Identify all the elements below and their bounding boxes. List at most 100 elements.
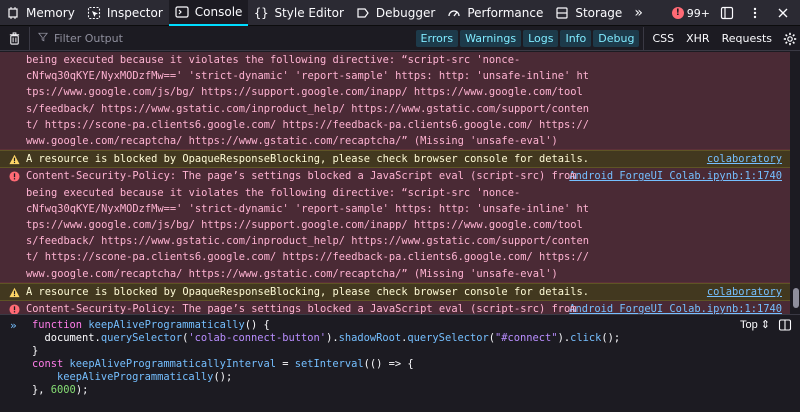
- message-line: tps://www.google.com/js/bg/ https://supp…: [26, 219, 583, 232]
- code-token: keepAliveProgrammaticallyInterval: [69, 358, 276, 370]
- message-line: s/feedback/ https://www.gstatic.com/inpr…: [26, 235, 590, 248]
- tab-label: Memory: [26, 5, 75, 20]
- code-token: 6000: [50, 384, 76, 396]
- message-line: www.google.com/recaptcha/ https://www.gs…: [26, 135, 558, 148]
- tab-style-editor[interactable]: {} Style Editor: [248, 0, 349, 26]
- code-token: ();: [213, 371, 233, 383]
- code-token: (() => {: [363, 358, 414, 370]
- message-source-link[interactable]: Android ForgeUI Colab.ipynb:1:1740: [569, 301, 782, 314]
- error-message: being executed because it violates the f…: [0, 52, 790, 151]
- code-token: querySelector: [407, 332, 489, 344]
- warning-icon: [9, 154, 20, 165]
- error-icon: [9, 171, 20, 182]
- code-token: () {: [244, 319, 270, 331]
- message-line: tps://www.google.com/js/bg/ https://supp…: [26, 86, 583, 99]
- split-editor-icon[interactable]: [776, 317, 794, 333]
- code-line: const keepAliveProgrammaticallyInterval …: [32, 358, 620, 371]
- error-icon: !: [671, 7, 684, 19]
- tab-performance[interactable]: Performance: [441, 0, 549, 26]
- code-token: querySelector: [100, 332, 183, 344]
- message-source-link[interactable]: Android ForgeUI Colab.ipynb:1:1740: [569, 168, 782, 184]
- tab-debugger[interactable]: Debugger: [350, 0, 441, 26]
- level-filter-debug[interactable]: Debug: [593, 30, 640, 47]
- tab-label: Performance: [467, 5, 544, 20]
- level-filter-logs[interactable]: Logs: [523, 30, 559, 47]
- output-scrollbar[interactable]: [791, 52, 800, 314]
- prompt-chevron-icon: »: [10, 319, 17, 332]
- svg-text:{}: {}: [254, 6, 268, 20]
- code-token: ).: [326, 332, 339, 344]
- error-icon: [9, 304, 20, 314]
- warning-message: colaboratory A resource is blocked by Opa…: [0, 150, 790, 169]
- gear-icon[interactable]: [780, 27, 800, 51]
- tab-overflow-button[interactable]: »: [628, 0, 649, 26]
- code-token: "#connect": [495, 332, 558, 344]
- console-output: being executed because it violates the f…: [0, 52, 790, 314]
- tab-label: Console: [194, 4, 243, 19]
- code-token: shadowRoot: [338, 332, 402, 344]
- style-editor-icon: {}: [254, 6, 268, 20]
- context-selector[interactable]: Top ⇕: [740, 319, 770, 332]
- message-line: being executed because it violates the f…: [26, 54, 521, 66]
- storage-icon: [555, 6, 569, 20]
- code-line: }, 6000);: [32, 384, 620, 397]
- level-filter-warnings[interactable]: Warnings: [460, 30, 522, 47]
- filter-placeholder: Filter Output: [54, 32, 123, 45]
- warning-message: colaboratory A resource is blocked by Opa…: [0, 282, 790, 302]
- message-line: cNfwq30qKYE/NyxMODzfMw==' 'strict-dynami…: [26, 202, 590, 215]
- tab-label: Inspector: [106, 5, 163, 20]
- input-code[interactable]: function keepAliveProgrammatically() { d…: [32, 319, 620, 397]
- code-token: document.: [32, 332, 101, 344]
- scrollbar-thumb[interactable]: [793, 288, 799, 308]
- level-filter-errors[interactable]: Errors: [415, 30, 459, 47]
- code-token: 'colab-connect-button': [188, 332, 327, 344]
- message-line: being executed because it violates the f…: [26, 186, 521, 199]
- error-message: Android ForgeUI Colab.ipynb:1:1740 Conten…: [0, 168, 790, 283]
- message-source-link[interactable]: colaboratory: [707, 284, 782, 300]
- code-token: const: [32, 358, 70, 370]
- level-filter-info[interactable]: Info: [560, 30, 592, 47]
- code-token: keepAliveProgrammatically: [57, 371, 214, 383]
- dock-side-icon[interactable]: [716, 2, 738, 24]
- tab-storage[interactable]: Storage: [549, 0, 628, 26]
- error-count-badge[interactable]: ! 99+: [671, 6, 710, 20]
- memory-icon: [6, 6, 20, 20]
- message-line: s/feedback/ https://www.gstatic.com/inpr…: [26, 102, 590, 115]
- clear-console-icon[interactable]: [0, 26, 30, 51]
- code-line: function keepAliveProgrammatically() {: [32, 319, 620, 332]
- tab-label: Style Editor: [274, 5, 344, 20]
- tab-inspector[interactable]: Inspector: [81, 0, 169, 26]
- more-options-icon[interactable]: [744, 2, 766, 24]
- code-token: =: [276, 358, 295, 370]
- console-toolbar: Filter Output Errors Warnings Logs Info Debu…: [0, 26, 800, 51]
- tab-memory[interactable]: Memory: [0, 0, 81, 26]
- tab-console[interactable]: Console: [168, 0, 249, 26]
- filter-css[interactable]: CSS: [652, 32, 674, 45]
- close-icon[interactable]: [772, 2, 794, 24]
- code-line: keepAliveProgrammatically();: [32, 371, 620, 384]
- console-input[interactable]: » function keepAliveProgrammatically() {…: [0, 314, 800, 412]
- code-token: }: [32, 345, 39, 357]
- code-line: }: [32, 345, 620, 358]
- filter-output-input[interactable]: Filter Output: [30, 27, 412, 51]
- code-token: keepAliveProgrammatically: [88, 319, 245, 331]
- request-type-filters: CSS XHR Requests: [644, 32, 780, 45]
- code-token: setInterval: [294, 358, 364, 370]
- message-text: A resource is blocked by OpaqueResponseB…: [26, 285, 590, 298]
- code-token: ();: [601, 332, 621, 344]
- error-count: 99+: [686, 6, 710, 20]
- code-token: click: [570, 332, 602, 344]
- tab-label: Debugger: [375, 5, 436, 20]
- warning-icon: [9, 287, 20, 298]
- debugger-icon: [356, 6, 370, 20]
- message-source-link[interactable]: colaboratory: [707, 151, 782, 167]
- tabbar-right-controls: ! 99+: [671, 0, 800, 26]
- error-message: Android ForgeUI Colab.ipynb:1:1740 Conten…: [0, 301, 790, 314]
- code-line: document.querySelector('colab-connect-bu…: [32, 332, 621, 345]
- code-token: function: [32, 319, 89, 331]
- code-token: },: [32, 384, 51, 396]
- filter-xhr[interactable]: XHR: [686, 32, 709, 45]
- filter-requests[interactable]: Requests: [722, 32, 772, 45]
- code-token: ).: [557, 332, 571, 344]
